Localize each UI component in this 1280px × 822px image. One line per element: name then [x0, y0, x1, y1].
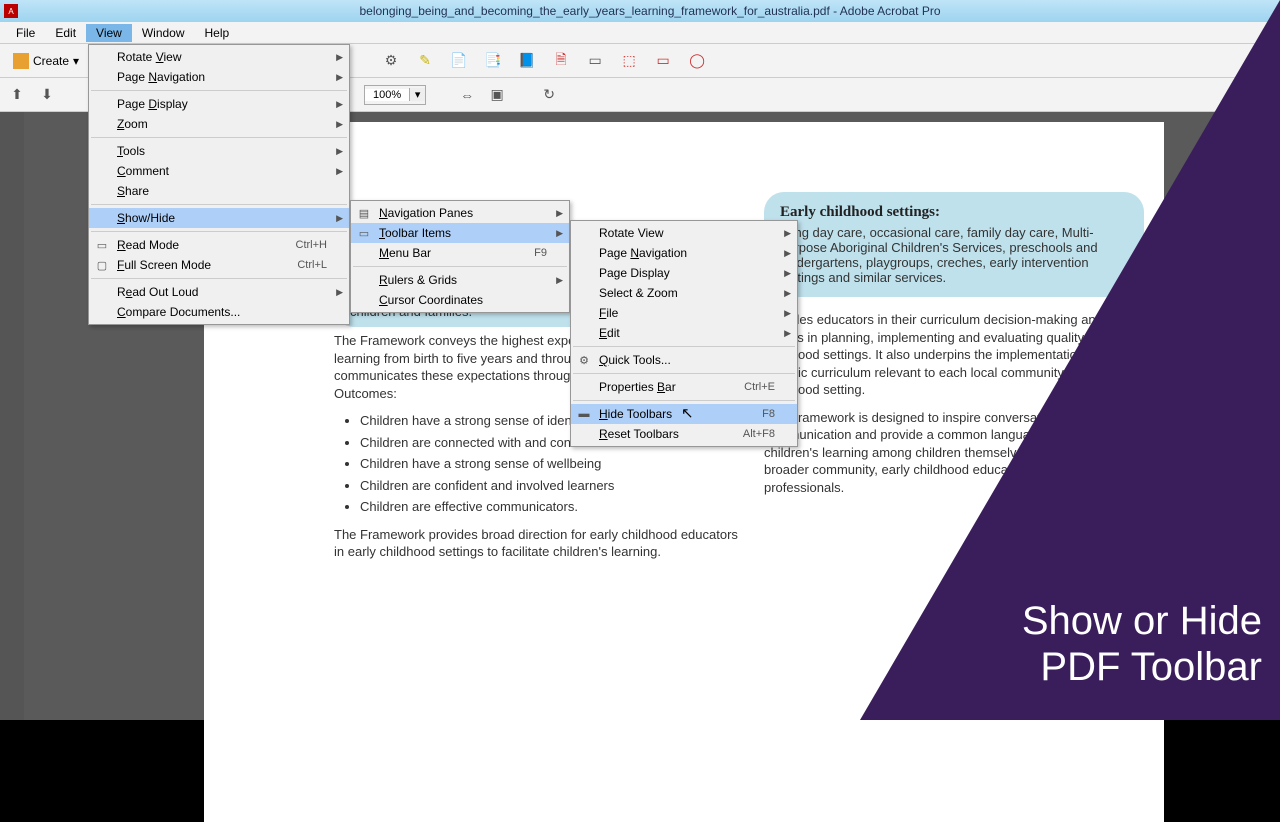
menu-item[interactable]: Select & Zoom▶ — [571, 283, 797, 303]
menubar[interactable]: FileEditViewWindowHelp — [0, 22, 1280, 44]
gear-icon[interactable]: ⚙ — [380, 50, 402, 72]
showhide-menu[interactable]: ▤Navigation Panes▶▭Toolbar Items▶Menu Ba… — [350, 200, 570, 313]
bluebox-right: Early childhood settings: Long day care,… — [764, 192, 1144, 297]
zoom-value: 100% — [365, 89, 409, 101]
bluebox-right-title: Early childhood settings: — [780, 204, 1128, 221]
chevron-down-icon: ▾ — [73, 54, 79, 68]
list-item: Children are effective communicators. — [360, 498, 744, 516]
comment-icon[interactable]: ✎ — [414, 50, 436, 72]
overlay-line2: PDF Toolbar — [1022, 644, 1262, 690]
menu-item[interactable]: Properties BarCtrl+E — [571, 377, 797, 397]
menu-item[interactable]: Compare Documents... — [89, 302, 349, 322]
page-insert-icon[interactable]: 📘 — [516, 50, 538, 72]
menu-item[interactable]: Page Display▶ — [89, 94, 349, 114]
fit-page-icon[interactable]: ▣ — [486, 84, 508, 106]
crop-icon[interactable]: ▭ — [584, 50, 606, 72]
menu-item[interactable]: File▶ — [571, 303, 797, 323]
menu-item[interactable]: ▭Read ModeCtrl+H — [89, 235, 349, 255]
page-add-icon[interactable]: 📄 — [448, 50, 470, 72]
menu-item[interactable]: Reset ToolbarsAlt+F8 — [571, 424, 797, 444]
pdf-icon: A — [4, 4, 18, 18]
window-title: belonging_being_and_becoming_the_early_y… — [24, 4, 1276, 18]
menu-file[interactable]: File — [6, 24, 45, 42]
menu-item[interactable]: Rulers & Grids▶ — [351, 270, 569, 290]
menu-item[interactable]: ▬Hide ToolbarsF8 — [571, 404, 797, 424]
menu-item[interactable]: Page Navigation▶ — [571, 243, 797, 263]
menu-item[interactable]: ▤Navigation Panes▶ — [351, 203, 569, 223]
rect-icon[interactable]: ▭ — [652, 50, 674, 72]
next-page-icon[interactable]: ⬇ — [36, 84, 58, 106]
view-menu[interactable]: Rotate View▶Page Navigation▶ Page Display… — [88, 44, 350, 325]
acrobat-window: A belonging_being_and_becoming_the_early… — [0, 0, 1280, 720]
list-item: Children are confident and involved lear… — [360, 477, 744, 495]
fit-width-icon[interactable]: ⇔ — [456, 84, 478, 106]
menu-item[interactable]: Zoom▶ — [89, 114, 349, 134]
page-extract-icon[interactable]: 📑 — [482, 50, 504, 72]
menu-item[interactable]: ▭Toolbar Items▶ — [351, 223, 569, 243]
list-item: Children have a strong sense of wellbein… — [360, 455, 744, 473]
menu-help[interactable]: Help — [195, 24, 240, 42]
menu-item[interactable]: Read Out Loud▶ — [89, 282, 349, 302]
toolbaritems-menu[interactable]: Rotate View▶Page Navigation▶Page Display… — [570, 220, 798, 447]
menu-item[interactable]: Rotate View▶ — [571, 223, 797, 243]
overlay-line1: Show or Hide — [1022, 598, 1262, 644]
menu-window[interactable]: Window — [132, 24, 195, 42]
page-delete-icon[interactable]: 🗎 — [550, 50, 572, 72]
oval-icon[interactable]: ◯ — [686, 50, 708, 72]
create-icon — [13, 53, 29, 69]
menu-item[interactable]: ⚙Quick Tools... — [571, 350, 797, 370]
menu-item[interactable]: Page Display▶ — [571, 263, 797, 283]
create-button[interactable]: Create ▾ — [6, 50, 86, 72]
menu-item[interactable]: Share — [89, 181, 349, 201]
menu-item[interactable]: Cursor Coordinates — [351, 290, 569, 310]
rotate-icon[interactable]: ↻ — [538, 84, 560, 106]
menu-item[interactable]: Show/Hide▶ — [89, 208, 349, 228]
menu-item[interactable]: Rotate View▶ — [89, 47, 349, 67]
menu-edit[interactable]: Edit — [45, 24, 86, 42]
zoom-field[interactable]: 100% ▾ — [364, 85, 426, 105]
chevron-down-icon[interactable]: ▾ — [409, 88, 425, 101]
create-label: Create — [33, 54, 69, 68]
titlebar: A belonging_being_and_becoming_the_early… — [0, 0, 1280, 22]
overlay-caption: Show or Hide PDF Toolbar — [1022, 598, 1262, 690]
nav-sidebar[interactable] — [0, 112, 24, 720]
menu-item[interactable]: Comment▶ — [89, 161, 349, 181]
menu-item[interactable]: Edit▶ — [571, 323, 797, 343]
menu-item[interactable]: Menu BarF9 — [351, 243, 569, 263]
para-2: The Framework provides broad direction f… — [334, 526, 744, 561]
para-r2: The Framework is designed to inspire con… — [764, 409, 1144, 497]
menu-view[interactable]: View — [86, 24, 132, 42]
menu-item[interactable]: ▢Full Screen ModeCtrl+L — [89, 255, 349, 275]
bluebox-right-body: Long day care, occasional care, family d… — [780, 225, 1128, 285]
menu-item[interactable]: Tools▶ — [89, 141, 349, 161]
textbox-icon[interactable]: ⬚ — [618, 50, 640, 72]
para-r1: It guides educators in their curriculum … — [764, 311, 1144, 399]
prev-page-icon[interactable]: ⬆ — [6, 84, 28, 106]
menu-item[interactable]: Page Navigation▶ — [89, 67, 349, 87]
